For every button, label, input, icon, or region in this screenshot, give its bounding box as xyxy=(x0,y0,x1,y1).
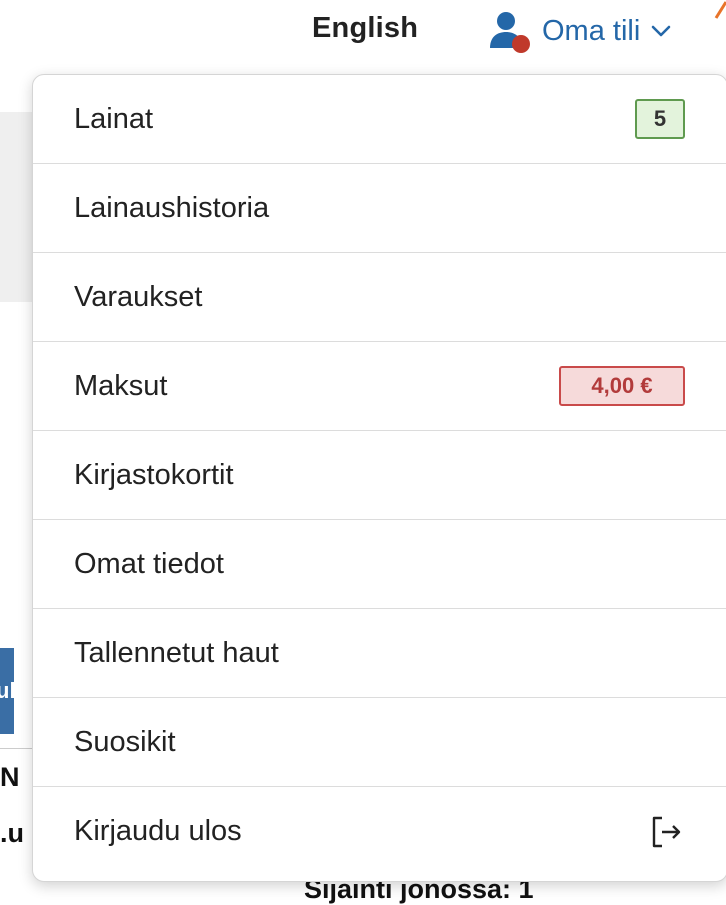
account-menu-toggle[interactable]: Oma tili xyxy=(488,8,672,54)
chevron-down-icon xyxy=(650,20,672,42)
fees-amount-badge: 4,00 € xyxy=(559,366,685,406)
top-bar: English Oma tili xyxy=(0,0,726,62)
background-button-fragment: uk xyxy=(0,648,14,734)
menu-item-kirjastokortit[interactable]: Kirjastokortit xyxy=(33,431,726,520)
menu-item-lainat[interactable]: Lainat 5 xyxy=(33,75,726,164)
menu-item-label: Kirjastokortit xyxy=(74,458,234,491)
account-label: Oma tili xyxy=(542,14,641,47)
menu-item-varaukset[interactable]: Varaukset xyxy=(33,253,726,342)
menu-item-label: Kirjaudu ulos xyxy=(74,815,242,847)
menu-item-lainaushistoria[interactable]: Lainaushistoria xyxy=(33,164,726,253)
menu-item-label: Tallennetut haut xyxy=(74,636,279,669)
background-text-fragment: .u xyxy=(0,818,24,848)
menu-item-label: Suosikit xyxy=(74,725,176,758)
menu-item-label: Lainat xyxy=(74,102,154,135)
menu-item-label: Omat tiedot xyxy=(74,547,224,580)
menu-item-label: Maksut xyxy=(74,369,168,402)
menu-item-label: Varaukset xyxy=(74,280,203,313)
menu-item-maksut[interactable]: Maksut 4,00 € xyxy=(33,342,726,431)
menu-item-tallennetut-haut[interactable]: Tallennetut haut xyxy=(33,609,726,698)
focus-indicator-icon xyxy=(714,1,726,19)
account-dropdown-menu: Lainat 5 Lainaushistoria Varaukset Maksu… xyxy=(32,74,726,882)
menu-item-suosikit[interactable]: Suosikit xyxy=(33,698,726,787)
logout-icon xyxy=(649,814,685,850)
user-icon xyxy=(488,8,532,54)
menu-item-omat-tiedot[interactable]: Omat tiedot xyxy=(33,520,726,609)
language-link[interactable]: English xyxy=(312,12,418,45)
background-text-fragment: N xyxy=(0,762,20,792)
menu-item-kirjaudu-ulos[interactable]: Kirjaudu ulos xyxy=(33,787,726,876)
loans-count-badge: 5 xyxy=(635,99,685,139)
menu-item-label: Lainaushistoria xyxy=(74,191,270,224)
